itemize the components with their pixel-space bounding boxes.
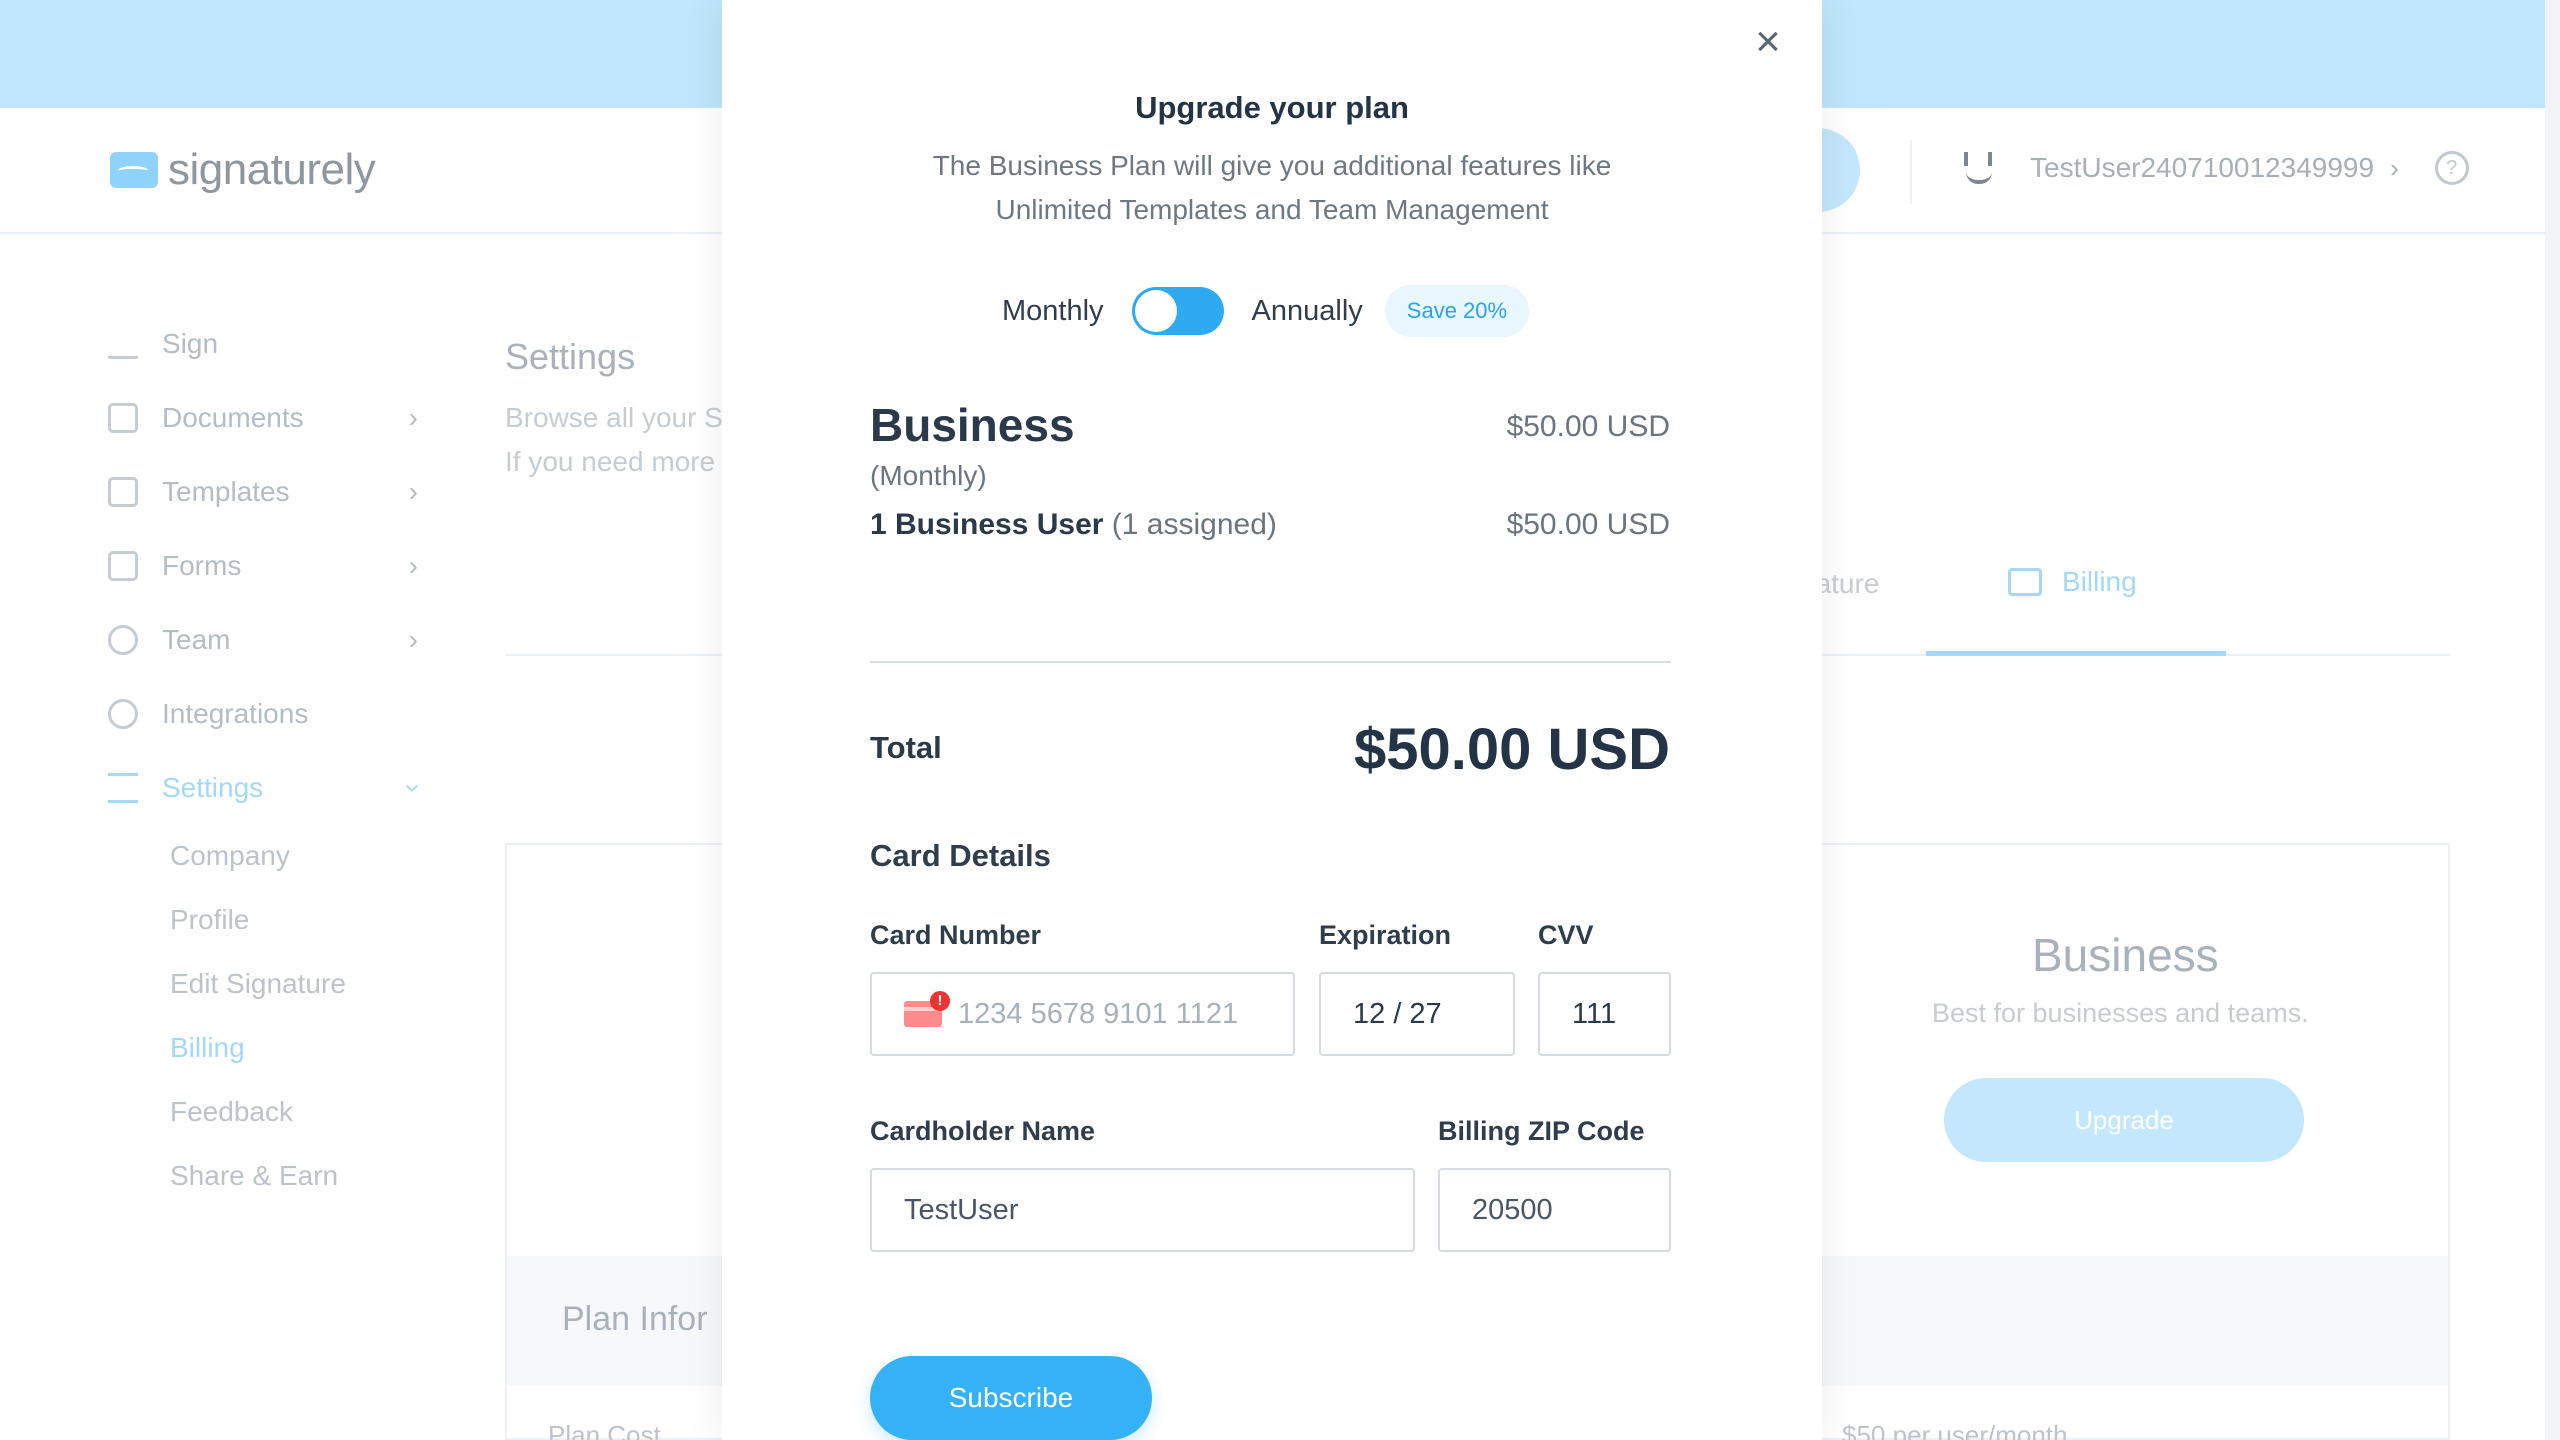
sliders-icon (108, 773, 138, 803)
header-divider (1910, 140, 1912, 204)
sidebar-subitem-company[interactable]: Company (170, 840, 290, 872)
plan-card-name: Business (2032, 929, 2219, 981)
billing-period-toggle[interactable] (1131, 287, 1224, 335)
plan-users-price: $50.00 USD (1506, 508, 1670, 541)
chevron-right-icon: › (408, 402, 418, 433)
modal-title: Upgrade your plan (1135, 90, 1409, 125)
upgrade-button[interactable]: Upgrade (1944, 1078, 2304, 1162)
expiration-field[interactable]: 12 / 27 (1319, 972, 1515, 1056)
sidebar-subitem-profile[interactable]: Profile (170, 904, 249, 936)
summary-divider (870, 661, 1671, 663)
cardholder-name-field[interactable]: TestUser (870, 1168, 1415, 1252)
credit-card-error-icon: ! (904, 991, 950, 1027)
sidebar-subitem-billing[interactable]: Billing (170, 1032, 245, 1064)
page-title: Settings (505, 336, 636, 377)
sidebar-subitem-share-earn[interactable]: Share & Earn (170, 1160, 338, 1192)
modal-subtitle: The Business Plan will give you addition… (722, 144, 1822, 232)
annually-label[interactable]: Annually (1252, 295, 1363, 328)
plan-users: 1 Business User (1 assigned) (870, 508, 1277, 542)
cardholder-name-label: Cardholder Name (870, 1116, 1096, 1146)
monthly-label[interactable]: Monthly (1002, 295, 1104, 328)
cardholder-name-value: TestUser (904, 1193, 1019, 1226)
sidebar-subitem-feedback[interactable]: Feedback (170, 1096, 293, 1128)
close-icon[interactable]: × (1748, 20, 1788, 64)
page-description-line: If you need more (505, 446, 716, 477)
plan-card-description: Best for businesses and teams. (1932, 998, 2309, 1028)
card-number-input[interactable] (958, 997, 1293, 1031)
logo-text: signaturely (168, 145, 376, 194)
tab-label: Billing (2062, 566, 2137, 597)
plan-users-assigned: (1 assigned) (1111, 508, 1277, 541)
logo[interactable]: signaturely (110, 145, 376, 195)
form-icon (108, 551, 138, 581)
document-icon (108, 403, 138, 433)
billing-period-toggle-row: Monthly Annually Save 20% (1002, 285, 1530, 337)
chevron-right-icon: › (2390, 152, 2399, 183)
modal-subtitle-line: Unlimited Templates and Team Management (995, 194, 1549, 225)
chevron-right-icon: › (408, 624, 418, 655)
card-details-heading: Card Details (870, 838, 1051, 873)
sidebar-item-forms[interactable]: Forms › (108, 542, 418, 590)
chevron-right-icon: › (408, 476, 418, 507)
signature-icon (108, 329, 138, 359)
chevron-down-icon: › (398, 783, 430, 793)
expiration-value: 12 / 27 (1353, 997, 1442, 1030)
cvv-value: 111 (1572, 997, 1617, 1030)
sidebar-item-label: Integrations (162, 698, 309, 729)
cvv-label: CVV (1538, 920, 1594, 950)
credit-card-icon (2008, 568, 2042, 596)
sidebar-item-label: Templates (162, 476, 290, 507)
sidebar-item-label: Forms (162, 550, 242, 581)
template-icon (108, 477, 138, 507)
toggle-knob (1134, 290, 1177, 332)
save-badge: Save 20% (1384, 285, 1530, 337)
chevron-right-icon: › (408, 550, 418, 581)
plan-period: (Monthly) (870, 460, 987, 491)
subscribe-button[interactable]: Subscribe (870, 1356, 1152, 1440)
sidebar-item-label: Settings (162, 772, 264, 803)
plan-users-label: 1 Business User (870, 508, 1104, 541)
cvv-field[interactable]: 111 (1538, 972, 1671, 1056)
scrollbar[interactable] (2545, 0, 2560, 1440)
tab-billing[interactable]: Billing (2008, 566, 2137, 598)
zip-code-field[interactable]: 20500 (1438, 1168, 1671, 1252)
sidebar-item-sign[interactable]: Sign (108, 320, 418, 368)
sidebar-item-label: Team (162, 624, 231, 655)
user-menu[interactable]: TestUser240710012349999 › ? (1960, 148, 2469, 188)
plan-price: $50.00 USD (1506, 410, 1670, 443)
plan-info-title: Plan Infor (562, 1300, 708, 1338)
logo-icon (110, 152, 158, 188)
help-icon[interactable]: ? (2434, 151, 2469, 185)
user-icon (108, 625, 138, 655)
page-description: Browse all your S If you need more (505, 396, 723, 484)
zip-code-value: 20500 (1472, 1193, 1553, 1226)
zip-code-label: Billing ZIP Code (1438, 1116, 1645, 1146)
error-icon: ! (930, 991, 950, 1011)
tab-active-indicator (1926, 651, 2226, 656)
sidebar-item-integrations[interactable]: Integrations (108, 690, 418, 738)
modal-subtitle-line: The Business Plan will give you addition… (932, 150, 1612, 181)
sidebar-item-label: Documents (162, 402, 304, 433)
user-avatar-icon (1960, 148, 2000, 188)
sidebar-item-settings[interactable]: Settings › (108, 764, 429, 812)
sidebar-subitem-edit-signature[interactable]: Edit Signature (170, 968, 346, 1000)
gear-icon (108, 699, 138, 729)
sidebar-item-team[interactable]: Team › (108, 616, 418, 664)
expiration-label: Expiration (1319, 920, 1452, 950)
sidebar-item-label: Sign (162, 328, 219, 359)
card-number-field[interactable]: ! (870, 972, 1295, 1056)
plan-cost-label: Plan Cost (548, 1420, 661, 1440)
plan-name: Business (870, 399, 1075, 451)
page-description-line: Browse all your S (505, 402, 723, 433)
plan-cost-value: $50 per user/month (1842, 1420, 2068, 1440)
card-number-label: Card Number (870, 920, 1042, 950)
username: TestUser240710012349999 (2030, 152, 2375, 183)
total-value: $50.00 USD (1354, 717, 1670, 782)
sidebar-item-templates[interactable]: Templates › (108, 468, 418, 516)
sidebar-item-documents[interactable]: Documents › (108, 394, 418, 442)
total-label: Total (870, 730, 942, 765)
